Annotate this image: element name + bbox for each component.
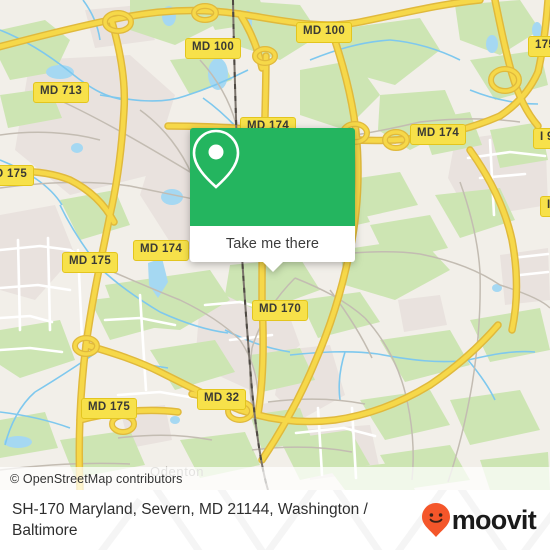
road-label: MD 170	[252, 300, 309, 321]
road-label: MD 100	[296, 22, 353, 43]
popup-pointer	[262, 262, 283, 272]
location-title: SH-170 Maryland, Severn, MD 21144, Washi…	[12, 501, 368, 539]
road-label: 175	[528, 36, 550, 57]
moovit-brand[interactable]: moovit	[421, 502, 537, 538]
map-attribution-bar: © OpenStreetMap contributors	[0, 467, 550, 490]
road-label: MD 175	[62, 252, 119, 273]
destination-popup-card[interactable]: Take me there	[190, 128, 355, 272]
take-me-there-button[interactable]: Take me there	[190, 226, 355, 262]
attribution-text[interactable]: © OpenStreetMap contributors	[0, 472, 183, 486]
road-label: MD 713	[33, 82, 90, 103]
moovit-wordmark: moovit	[451, 504, 537, 535]
moovit-smiley-pin-icon	[421, 503, 450, 537]
road-label: MD 175	[0, 165, 35, 186]
road-label: MD 174	[410, 124, 467, 145]
road-label: MD 174	[133, 240, 190, 261]
road-label: I 97	[540, 196, 550, 217]
moovit-map-screen: MD 100 MD 100 MD 713 MD 174 MD 174 MD 17…	[0, 0, 550, 550]
road-label: I 97	[533, 128, 550, 149]
map-canvas[interactable]: MD 100 MD 100 MD 713 MD 174 MD 174 MD 17…	[0, 0, 550, 490]
map-pin-icon	[192, 129, 240, 189]
take-me-there-label: Take me there	[225, 236, 320, 252]
popup-image-area	[190, 128, 355, 226]
road-label: MD 100	[185, 38, 242, 59]
footer-bar: SH-170 Maryland, Severn, MD 21144, Washi…	[0, 490, 550, 550]
road-label: MD 32	[197, 389, 247, 410]
road-label: MD 175	[81, 398, 138, 419]
